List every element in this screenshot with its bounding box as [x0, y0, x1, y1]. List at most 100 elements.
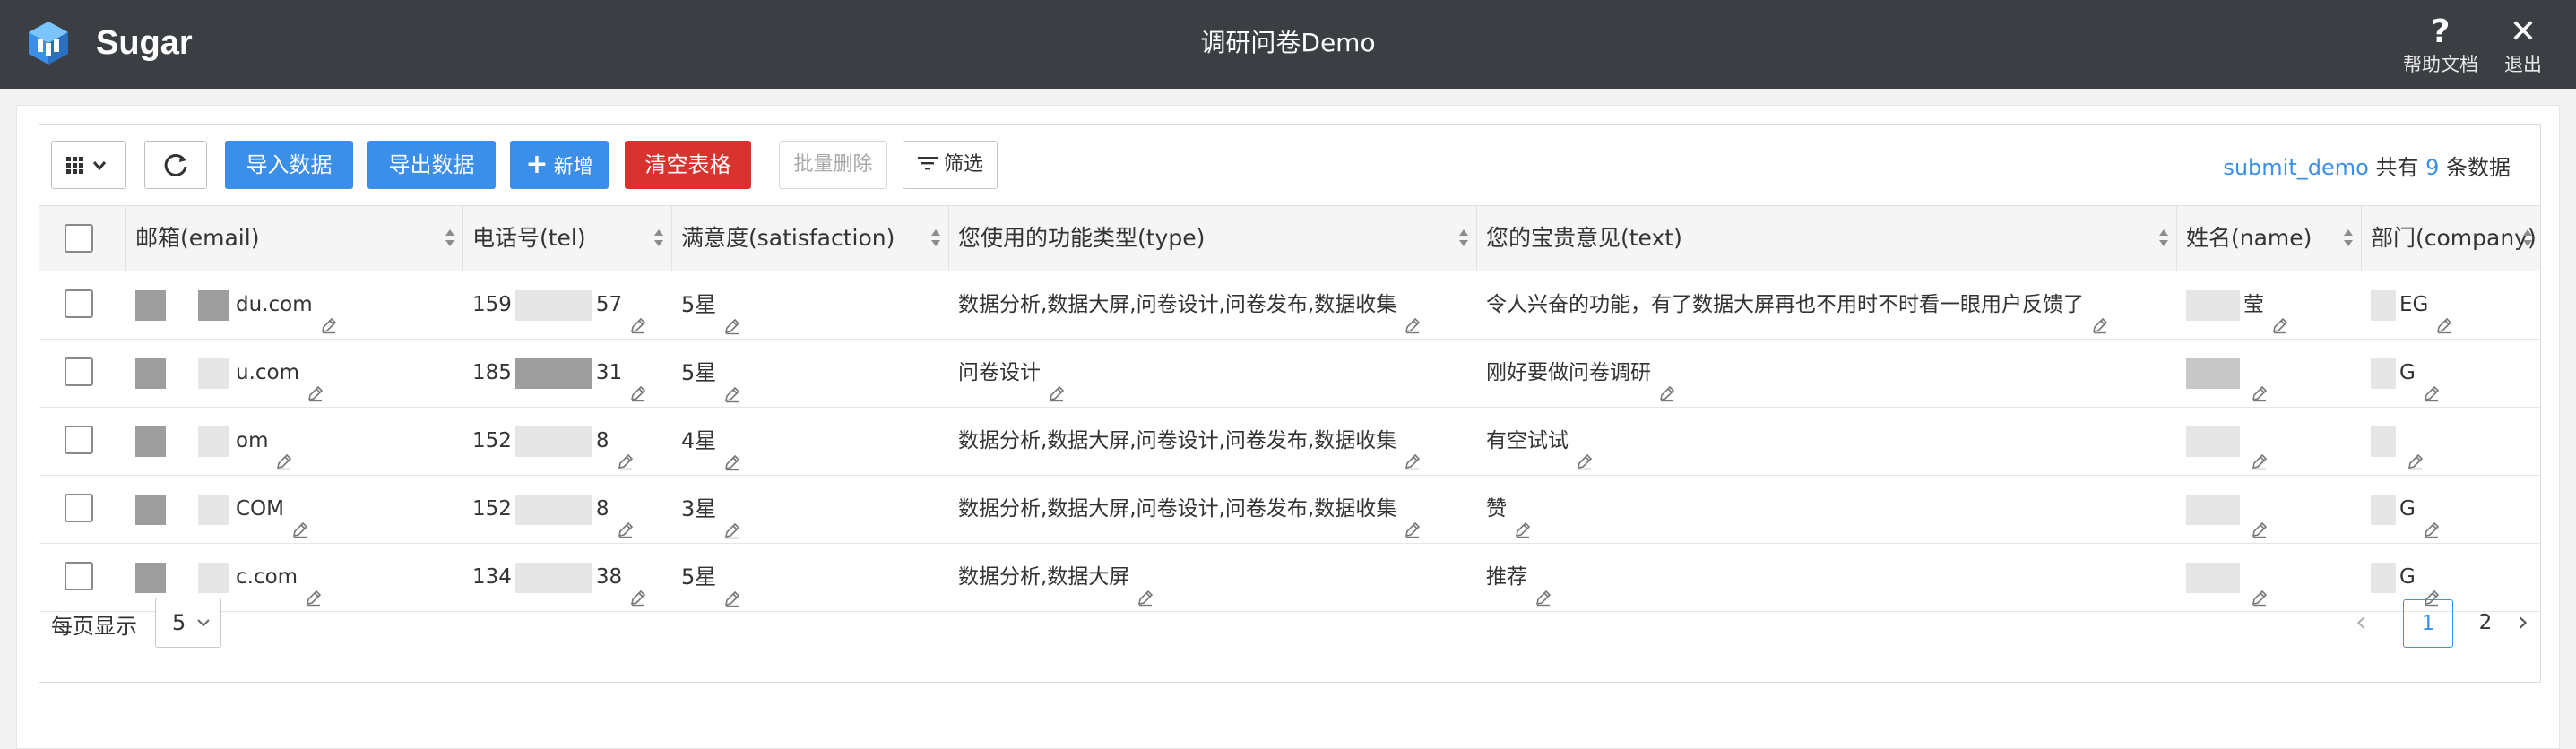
- edit-icon[interactable]: [617, 499, 635, 538]
- edit-icon[interactable]: [1404, 431, 1422, 469]
- per-page-select[interactable]: 5: [155, 598, 221, 648]
- redacted-block: [514, 289, 592, 321]
- sort-icon[interactable]: [2522, 228, 2533, 251]
- edit-icon[interactable]: [2251, 363, 2269, 401]
- refresh-icon: [164, 153, 187, 176]
- type-value: 问卷设计: [958, 361, 1041, 384]
- cell-company: [2362, 408, 2540, 475]
- page-button-1[interactable]: 1: [2403, 599, 2453, 648]
- column-header-text[interactable]: 您的宝贵意见(text): [1477, 206, 2177, 271]
- edit-icon[interactable]: [723, 431, 741, 471]
- type-value: 数据分析,数据大屏,问卷设计,问卷发布,数据收集: [958, 429, 1397, 452]
- cell-tel: 152 8: [463, 476, 672, 543]
- redacted-block: [2186, 494, 2240, 525]
- column-header-satisfaction[interactable]: 满意度(satisfaction): [672, 206, 949, 271]
- header-select-cell: [39, 206, 126, 271]
- cell-name: [2177, 476, 2362, 543]
- edit-icon[interactable]: [2251, 499, 2269, 538]
- edit-icon[interactable]: [2251, 567, 2269, 606]
- sort-icon[interactable]: [2158, 228, 2169, 251]
- edit-icon[interactable]: [305, 567, 323, 606]
- edit-icon[interactable]: [2423, 499, 2441, 538]
- satisfaction-value: 5星: [681, 292, 717, 317]
- filter-button[interactable]: 筛选: [903, 141, 998, 189]
- edit-icon[interactable]: [723, 567, 741, 607]
- email-value: du.com: [236, 293, 313, 316]
- select-all-checkbox[interactable]: [65, 224, 93, 253]
- sort-icon[interactable]: [445, 228, 455, 251]
- edit-icon[interactable]: [617, 431, 635, 469]
- sort-icon[interactable]: [653, 228, 664, 251]
- cell-company: G: [2362, 340, 2540, 407]
- next-page-button[interactable]: ›: [2507, 599, 2539, 648]
- cell-name: [2177, 408, 2362, 475]
- edit-icon[interactable]: [629, 363, 647, 401]
- edit-icon[interactable]: [629, 567, 647, 606]
- edit-icon[interactable]: [2423, 567, 2441, 606]
- sort-icon[interactable]: [930, 228, 941, 251]
- column-label: 满意度(satisfaction): [681, 225, 895, 251]
- text-value: 刚好要做问卷调研: [1486, 361, 1651, 384]
- edit-icon[interactable]: [2435, 295, 2453, 333]
- email-value: om: [236, 429, 269, 452]
- data-table-card: 导入数据 导出数据 + 新增 清空表格 批量删除 筛选 submit_demo 共…: [39, 124, 2541, 683]
- edit-icon[interactable]: [2251, 431, 2269, 469]
- cell-email: du.com: [126, 271, 463, 339]
- edit-icon[interactable]: [723, 295, 741, 335]
- edit-icon[interactable]: [723, 363, 741, 403]
- import-data-button[interactable]: 导入数据: [225, 141, 353, 189]
- row-checkbox[interactable]: [65, 289, 93, 318]
- page-title: 调研问卷Demo: [1200, 28, 1376, 57]
- column-header-email[interactable]: 邮箱(email): [126, 206, 463, 271]
- column-header-tel[interactable]: 电话号(tel): [463, 206, 672, 271]
- cell-email: om: [126, 408, 463, 475]
- edit-icon[interactable]: [723, 499, 741, 539]
- row-checkbox[interactable]: [65, 494, 93, 522]
- redacted-block: [2186, 289, 2240, 321]
- redacted-block: [514, 357, 592, 389]
- edit-icon[interactable]: [629, 295, 647, 333]
- summary-prefix: 共有: [2375, 155, 2419, 180]
- batch-delete-button[interactable]: 批量删除: [779, 141, 887, 189]
- table-header: 邮箱(email) 电话号(tel) 满意度(satisfaction) 您使用…: [39, 205, 2540, 271]
- edit-icon[interactable]: [1137, 567, 1154, 606]
- edit-icon[interactable]: [2423, 363, 2441, 401]
- prev-page-button[interactable]: ‹: [2343, 599, 2379, 648]
- cell-name: [2177, 340, 2362, 407]
- table-name-link[interactable]: submit_demo: [2223, 155, 2368, 180]
- edit-icon[interactable]: [1404, 499, 1422, 538]
- column-toggle-button[interactable]: [51, 141, 126, 189]
- add-button[interactable]: + 新增: [510, 141, 609, 189]
- column-header-type[interactable]: 您使用的功能类型(type): [949, 206, 1477, 271]
- edit-icon[interactable]: [307, 363, 324, 401]
- edit-icon[interactable]: [1576, 431, 1594, 469]
- sort-icon[interactable]: [1458, 228, 1469, 251]
- exit-button[interactable]: ✕ 退出: [2474, 13, 2572, 77]
- record-summary: submit_demo 共有 9 条数据: [2223, 150, 2511, 181]
- row-select-cell: [39, 271, 126, 339]
- row-checkbox[interactable]: [65, 426, 93, 454]
- sort-icon[interactable]: [2343, 228, 2354, 251]
- edit-icon[interactable]: [1404, 295, 1422, 333]
- table-row: u.com 185 31 5星 问卷设计 刚好要做问卷调研 G: [39, 340, 2540, 408]
- column-header-name[interactable]: 姓名(name): [2177, 206, 2362, 271]
- export-data-button[interactable]: 导出数据: [367, 141, 496, 189]
- edit-icon[interactable]: [320, 295, 338, 333]
- column-header-company[interactable]: 部门(company): [2362, 206, 2540, 271]
- edit-icon[interactable]: [1514, 499, 1532, 538]
- row-checkbox[interactable]: [65, 357, 93, 386]
- edit-icon[interactable]: [1534, 567, 1552, 606]
- refresh-button[interactable]: [144, 141, 207, 189]
- satisfaction-value: 3星: [681, 496, 717, 521]
- edit-icon[interactable]: [291, 499, 309, 538]
- edit-icon[interactable]: [1658, 363, 1676, 401]
- edit-icon[interactable]: [2407, 431, 2425, 469]
- exit-label: 退出: [2504, 54, 2542, 75]
- edit-icon[interactable]: [2091, 295, 2109, 333]
- page-button-2[interactable]: 2: [2465, 599, 2506, 648]
- edit-icon[interactable]: [1048, 363, 1066, 401]
- tel-prefix: 152: [472, 429, 512, 452]
- edit-icon[interactable]: [275, 431, 293, 469]
- clear-table-button[interactable]: 清空表格: [625, 141, 751, 189]
- edit-icon[interactable]: [2271, 295, 2289, 333]
